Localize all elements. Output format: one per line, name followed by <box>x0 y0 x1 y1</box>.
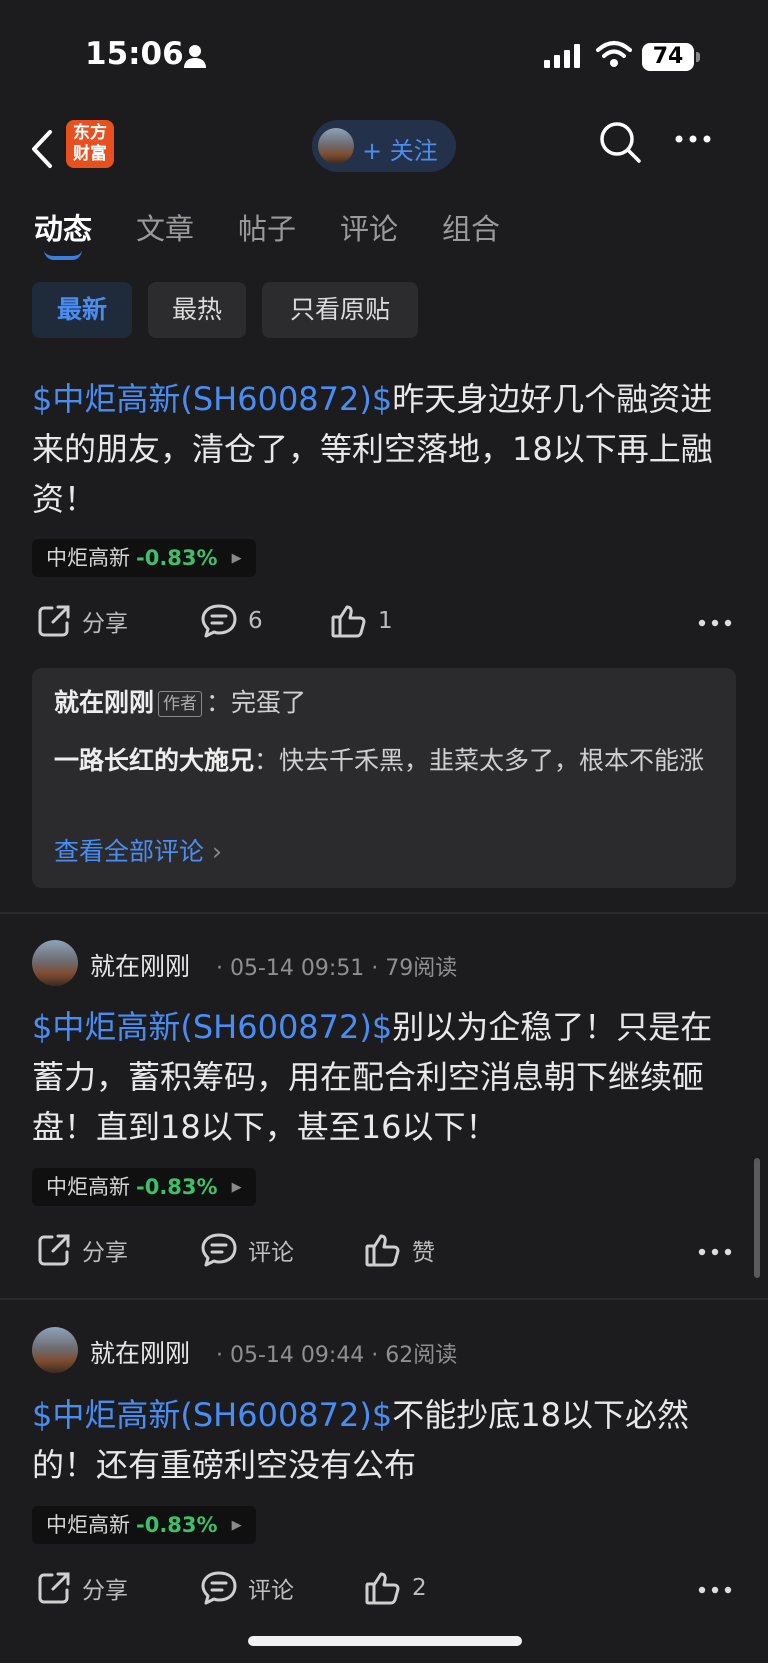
thumbs-up-icon <box>331 605 366 638</box>
comment-item: 就在刚刚 作者 ：完蛋了 <box>54 688 307 717</box>
follow-label: + 关注 <box>362 137 438 165</box>
post-meta: · 05-14 09:44 · 62阅读 <box>216 1343 458 1368</box>
post-actions: 分享 评论 2 <box>0 1560 768 1620</box>
post-actions: 分享 6 1 <box>0 593 768 653</box>
back-icon[interactable] <box>24 124 64 174</box>
comment-icon <box>201 604 237 638</box>
comment-icon <box>201 1571 237 1605</box>
comment-button[interactable]: 6 <box>200 603 263 639</box>
scrollbar[interactable] <box>754 1158 760 1278</box>
person-icon <box>184 45 206 68</box>
triangle-right-icon: ▶ <box>231 1518 242 1533</box>
thumbs-up-icon <box>365 1234 400 1267</box>
share-button[interactable]: 分享 <box>36 603 128 639</box>
app-logo: 东方 财富 <box>66 120 114 168</box>
battery-indicator: 74 <box>642 43 700 71</box>
more-options-icon[interactable] <box>698 619 732 627</box>
active-tab-indicator <box>44 250 82 260</box>
post-actions: 分享 评论 赞 <box>0 1222 768 1282</box>
tab-articles[interactable]: 文章 <box>136 206 194 248</box>
stock-chip[interactable]: 中炬高新 -0.83% ▶ <box>32 539 256 577</box>
share-icon <box>38 1234 70 1266</box>
comment-button[interactable]: 评论 <box>200 1570 294 1606</box>
author-name[interactable]: 就在刚刚 <box>90 947 190 983</box>
avatar[interactable] <box>32 940 78 986</box>
stock-tag-link[interactable]: $中炬高新(SH600872)$ <box>32 1008 392 1046</box>
share-button[interactable]: 分享 <box>36 1232 128 1268</box>
filter-original-only[interactable]: 只看原贴 <box>262 282 418 338</box>
post-text: $中炬高新(SH600872)$不能抄底18以下必然的！还有重磅利空没有公布 <box>32 1390 732 1490</box>
avatar[interactable] <box>32 1327 78 1373</box>
tab-comments[interactable]: 评论 <box>340 206 398 248</box>
share-icon <box>38 605 70 637</box>
stock-tag-link[interactable]: $中炬高新(SH600872)$ <box>32 1396 392 1434</box>
post-text: $中炬高新(SH600872)$昨天身边好几个融资进来的朋友，清仓了，等利空落地… <box>32 374 732 524</box>
comment-item: 一路长红的大施兄：快去千禾黑，韭菜太多了，根本不能涨 <box>54 746 705 775</box>
more-options-icon[interactable] <box>698 1248 732 1256</box>
filter-hot[interactable]: 最热 <box>148 282 246 338</box>
wifi-icon <box>596 41 632 67</box>
top-nav: 东方 财富 + 关注 <box>0 110 768 190</box>
tab-bar: 动态 文章 帖子 评论 组合 <box>0 196 768 266</box>
divider <box>0 1298 768 1300</box>
more-icon[interactable] <box>674 134 712 144</box>
divider <box>0 912 768 914</box>
status-bar: 15:06 74 <box>0 0 768 110</box>
comment-icon <box>201 1233 237 1267</box>
thumbs-up-icon <box>365 1572 400 1605</box>
tab-posts[interactable]: 帖子 <box>238 206 296 248</box>
chevron-right-icon: › <box>211 837 222 866</box>
author-name[interactable]: 就在刚刚 <box>90 1334 190 1370</box>
more-options-icon[interactable] <box>698 1586 732 1594</box>
post-text: $中炬高新(SH600872)$别以为企稳了！只是在蓄力，蓄积筹码，用在配合利空… <box>32 1002 732 1152</box>
author-badge: 作者 <box>158 691 203 717</box>
stock-tag-link[interactable]: $中炬高新(SH600872)$ <box>32 380 392 418</box>
home-indicator[interactable] <box>248 1636 522 1646</box>
post-meta: · 05-14 09:51 · 79阅读 <box>216 956 458 981</box>
search-icon[interactable] <box>596 118 644 166</box>
tab-portfolio[interactable]: 组合 <box>442 206 500 248</box>
filter-bar: 最新 最热 只看原贴 <box>0 282 768 342</box>
like-button[interactable]: 赞 <box>364 1232 435 1268</box>
like-button[interactable]: 2 <box>364 1570 427 1606</box>
filter-latest[interactable]: 最新 <box>32 282 132 338</box>
stock-chip[interactable]: 中炬高新 -0.83% ▶ <box>32 1168 256 1206</box>
comment-button[interactable]: 评论 <box>200 1232 294 1268</box>
signal-icon <box>544 44 580 68</box>
view-all-comments-link[interactable]: 查看全部评论 › <box>54 832 222 868</box>
follow-button[interactable]: + 关注 <box>312 120 456 172</box>
stock-chip[interactable]: 中炬高新 -0.83% ▶ <box>32 1506 256 1544</box>
share-icon <box>38 1572 70 1604</box>
like-button[interactable]: 1 <box>330 603 393 639</box>
avatar <box>318 128 354 164</box>
comments-preview[interactable]: 就在刚刚 作者 ：完蛋了 一路长红的大施兄：快去千禾黑，韭菜太多了，根本不能涨 查看… <box>32 668 736 888</box>
tab-dynamic[interactable]: 动态 <box>34 206 92 248</box>
status-time: 15:06 <box>85 36 184 72</box>
triangle-right-icon: ▶ <box>231 1180 242 1195</box>
share-button[interactable]: 分享 <box>36 1570 128 1606</box>
triangle-right-icon: ▶ <box>231 551 242 566</box>
